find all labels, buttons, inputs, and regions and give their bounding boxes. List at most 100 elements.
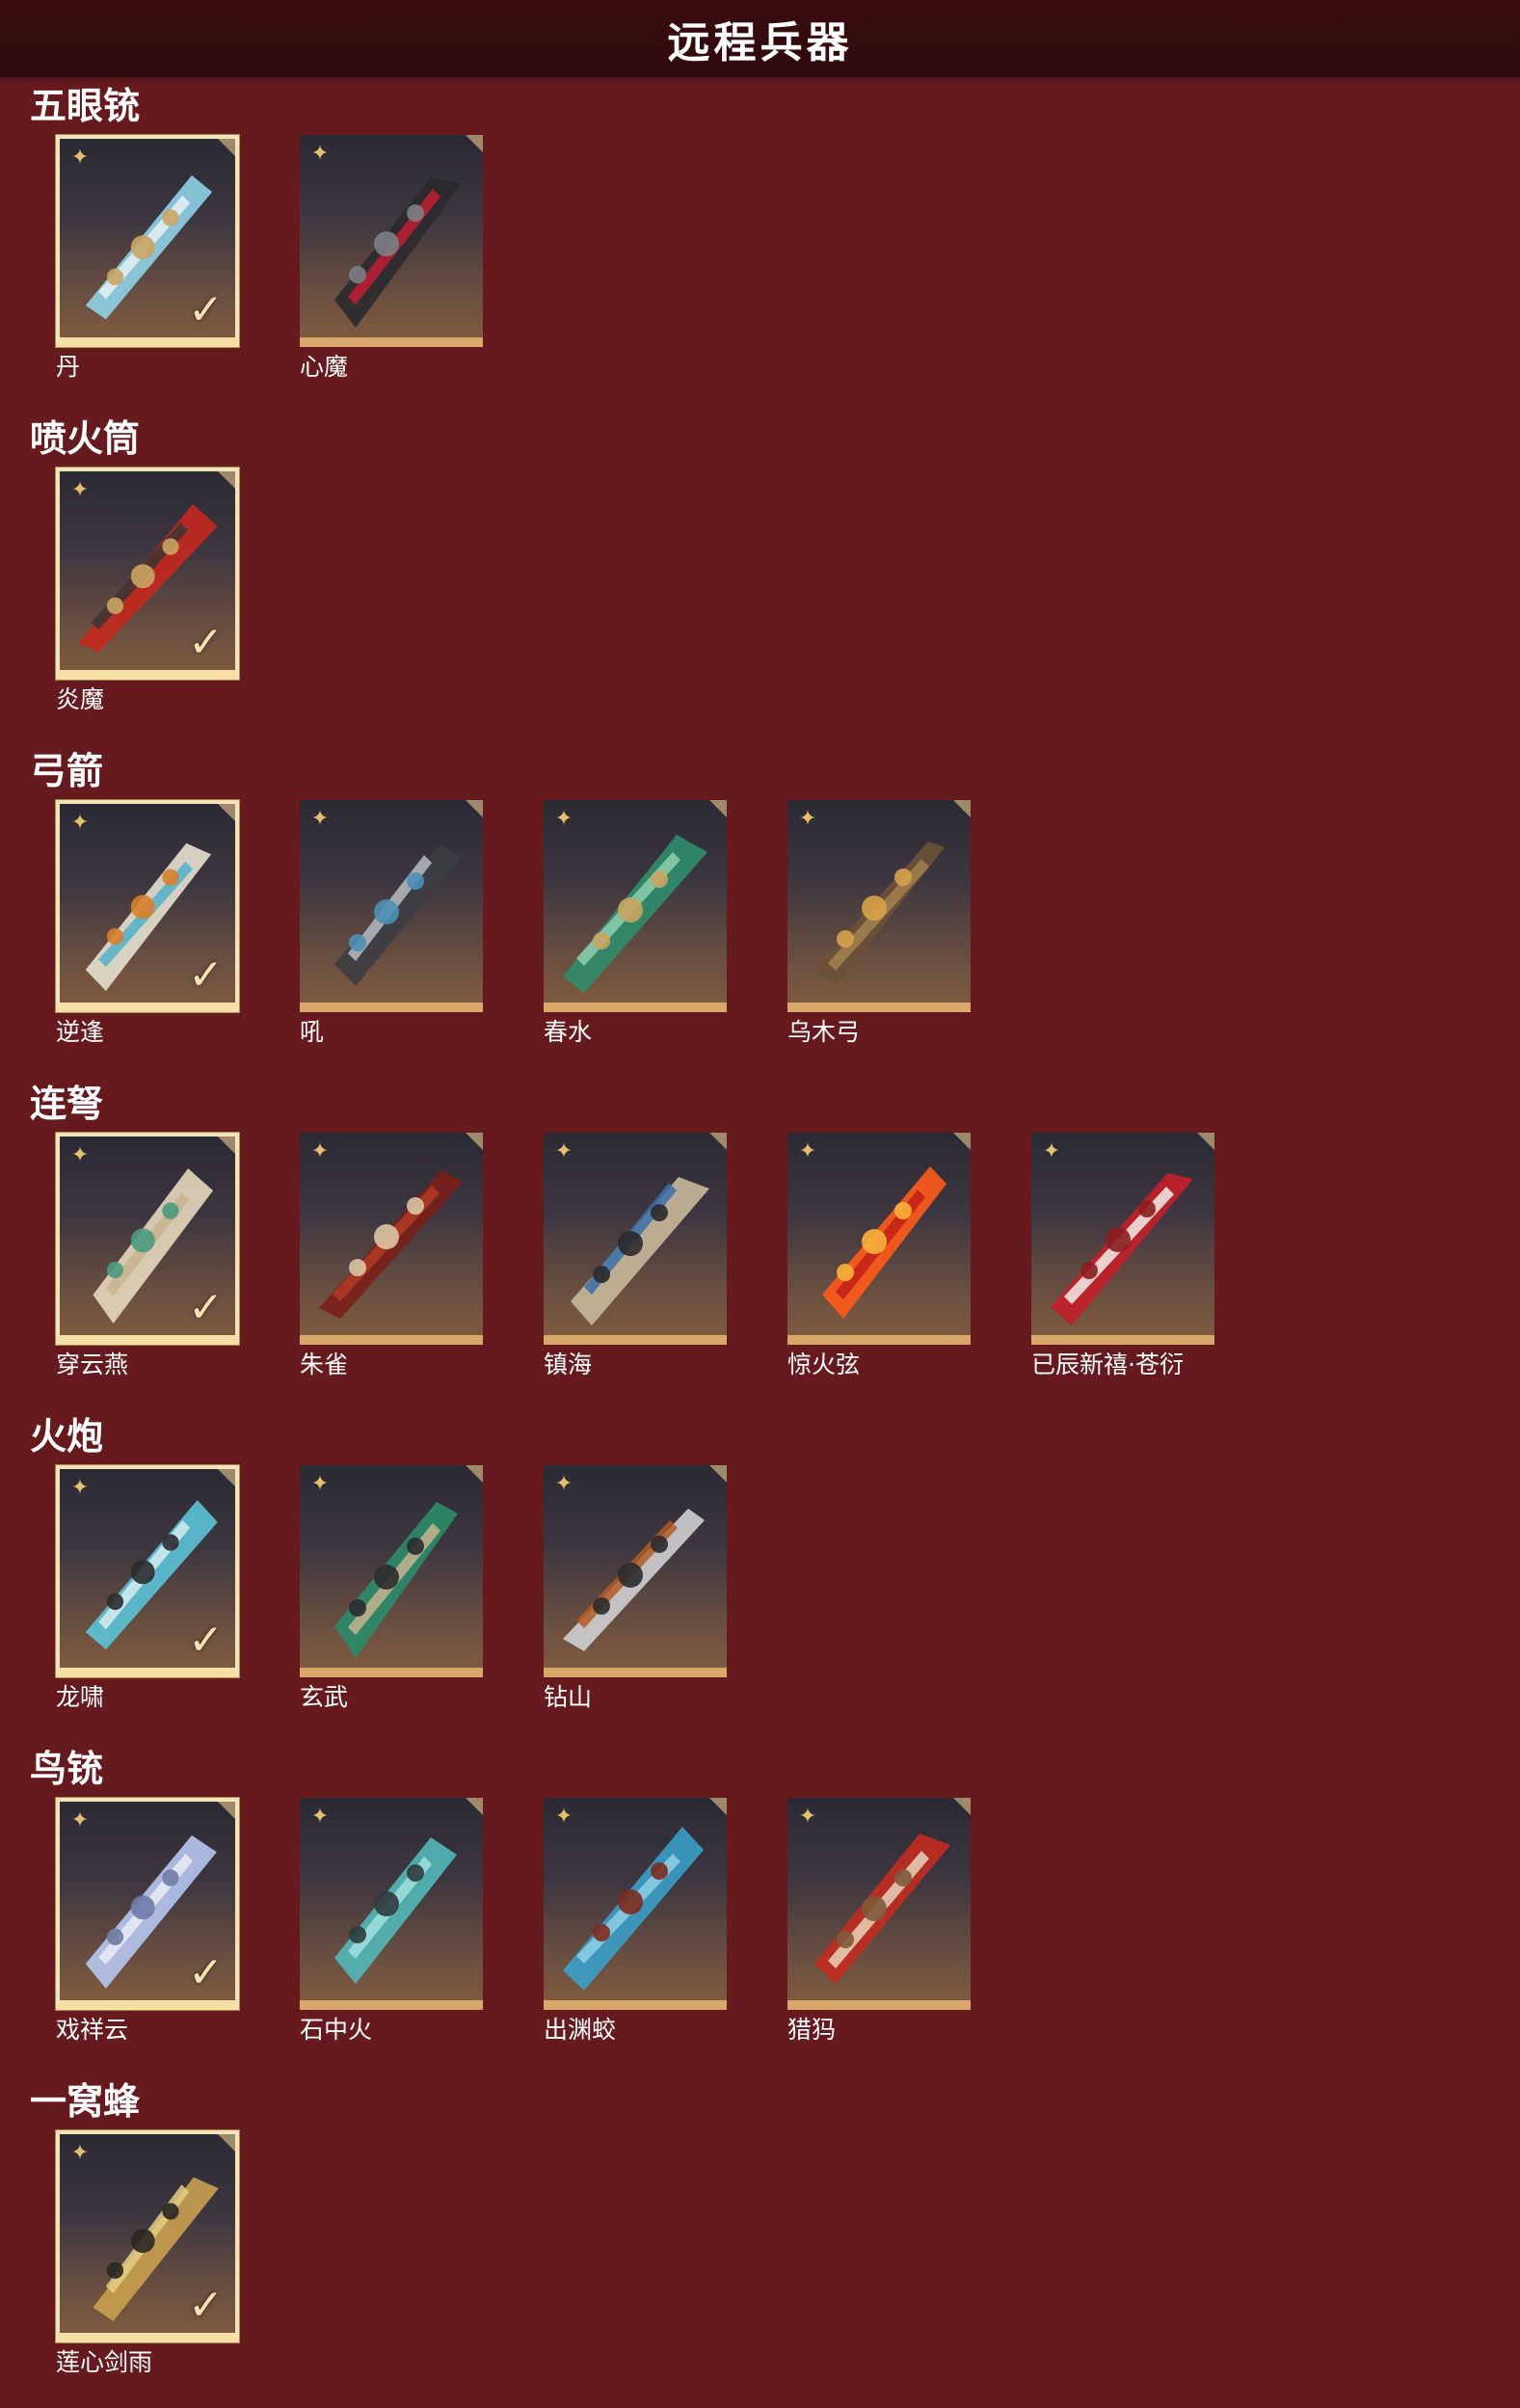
card-corner-icon: [466, 1465, 483, 1483]
card-corner-icon: [218, 804, 235, 821]
rarity-star-icon: ✦: [554, 1139, 573, 1164]
weapon-name: 莲心剑雨: [56, 2348, 153, 2376]
weapon-category-section: 鸟铳 ✦ ✓ 戏祥云 ✦ 石中火 ✦ 出渊蛟 ✦ 猎犸: [0, 1748, 1520, 2075]
weapon-name: 玄武: [300, 1683, 349, 1711]
rarity-star-icon: ✦: [310, 1472, 330, 1496]
section-title: 连弩: [30, 1083, 104, 1125]
weapon-grid: ✦ ✓ 炎魔: [56, 468, 1502, 737]
weapon-card[interactable]: ✦: [300, 1465, 483, 1677]
weapon-category-section: 喷火筒 ✦ ✓ 炎魔: [0, 417, 1520, 745]
owned-check-icon: ✓: [188, 1283, 224, 1332]
weapon-item[interactable]: ✦ 石中火: [300, 1798, 489, 2058]
weapon-name: 钻山: [544, 1683, 593, 1711]
weapon-item[interactable]: ✦ ✓ 丹: [56, 135, 245, 395]
weapon-item[interactable]: ✦ 春水: [544, 800, 733, 1060]
rarity-star-icon: ✦: [310, 1805, 330, 1829]
card-corner-icon: [709, 1798, 727, 1815]
rarity-star-icon: ✦: [554, 1472, 573, 1496]
weapon-card[interactable]: ✦ ✓: [56, 135, 239, 347]
weapon-item[interactable]: ✦ 镇海: [544, 1133, 733, 1393]
rarity-star-icon: ✦: [310, 807, 330, 831]
section-title: 一窝蜂: [30, 2080, 141, 2123]
weapon-card[interactable]: ✦: [300, 1798, 483, 2010]
weapon-card[interactable]: ✦: [544, 1133, 727, 1345]
rarity-star-icon: ✦: [1042, 1139, 1061, 1164]
weapon-item[interactable]: ✦ 惊火弦: [787, 1133, 976, 1393]
weapon-card[interactable]: ✦: [787, 800, 971, 1012]
weapon-category-section: 一窝蜂 ✦ ✓ 莲心剑雨: [0, 2080, 1520, 2408]
weapon-name: 丹: [56, 353, 81, 381]
section-title: 喷火筒: [30, 417, 141, 460]
rarity-star-icon: ✦: [70, 1808, 90, 1833]
weapon-item[interactable]: ✦ 玄武: [300, 1465, 489, 1726]
weapon-name: 吼: [300, 1018, 325, 1046]
rarity-star-icon: ✦: [554, 807, 573, 831]
weapon-item[interactable]: ✦ 出渊蛟: [544, 1798, 733, 2058]
weapon-card[interactable]: ✦: [300, 135, 483, 347]
weapon-item[interactable]: ✦ ✓ 莲心剑雨: [56, 2130, 245, 2391]
rarity-star-icon: ✦: [70, 146, 90, 170]
weapon-card[interactable]: ✦ ✓: [56, 2130, 239, 2342]
weapon-card[interactable]: ✦: [1031, 1133, 1214, 1345]
card-corner-icon: [218, 471, 235, 489]
rarity-star-icon: ✦: [70, 811, 90, 835]
card-corner-icon: [953, 1133, 971, 1150]
card-corner-icon: [1197, 1133, 1214, 1150]
owned-check-icon: ✓: [188, 950, 224, 1000]
weapon-item[interactable]: ✦ 朱雀: [300, 1133, 489, 1393]
owned-check-icon: ✓: [188, 1948, 224, 1997]
weapon-card[interactable]: ✦: [787, 1133, 971, 1345]
weapon-name: 已辰新禧·苍衍: [1031, 1351, 1184, 1378]
weapon-card[interactable]: ✦: [544, 1465, 727, 1677]
weapon-item[interactable]: ✦ ✓ 戏祥云: [56, 1798, 245, 2058]
weapon-item[interactable]: ✦ 猎犸: [787, 1798, 976, 2058]
weapon-name: 龙啸: [56, 1683, 105, 1711]
weapon-card[interactable]: ✦: [300, 800, 483, 1012]
weapon-category-section: 弓箭 ✦ ✓ 逆逢 ✦ 吼 ✦ 春水 ✦ 乌木弓: [0, 750, 1520, 1078]
card-corner-icon: [218, 139, 235, 156]
weapon-grid: ✦ ✓ 戏祥云 ✦ 石中火 ✦ 出渊蛟 ✦ 猎犸: [56, 1798, 1502, 2068]
weapon-item[interactable]: ✦ ✓ 逆逢: [56, 800, 245, 1060]
weapon-card[interactable]: ✦: [300, 1133, 483, 1345]
card-corner-icon: [709, 1133, 727, 1150]
rarity-star-icon: ✦: [70, 2141, 90, 2165]
weapon-card[interactable]: ✦ ✓: [56, 1465, 239, 1677]
weapon-category-section: 五眼铳 ✦ ✓ 丹 ✦ 心魔: [0, 85, 1520, 413]
card-corner-icon: [709, 800, 727, 817]
section-title: 五眼铳: [30, 85, 141, 127]
card-corner-icon: [953, 1798, 971, 1815]
rarity-star-icon: ✦: [798, 1139, 817, 1164]
weapon-name: 朱雀: [300, 1351, 349, 1378]
weapon-name: 出渊蛟: [544, 2016, 617, 2044]
card-corner-icon: [953, 800, 971, 817]
weapon-item[interactable]: ✦ ✓ 龙啸: [56, 1465, 245, 1726]
rarity-star-icon: ✦: [798, 1805, 817, 1829]
weapon-item[interactable]: ✦ 已辰新禧·苍衍: [1031, 1133, 1220, 1393]
weapon-card[interactable]: ✦ ✓: [56, 1133, 239, 1345]
weapon-name: 乌木弓: [787, 1018, 861, 1046]
weapon-name: 心魔: [300, 353, 349, 381]
weapon-card[interactable]: ✦ ✓: [56, 468, 239, 680]
weapon-name: 逆逢: [56, 1018, 105, 1046]
owned-check-icon: ✓: [188, 618, 224, 667]
rarity-star-icon: ✦: [70, 1476, 90, 1500]
rarity-star-icon: ✦: [310, 1139, 330, 1164]
card-corner-icon: [709, 1465, 727, 1483]
owned-check-icon: ✓: [188, 2281, 224, 2330]
weapon-card[interactable]: ✦ ✓: [56, 800, 239, 1012]
weapon-card[interactable]: ✦ ✓: [56, 1798, 239, 2010]
weapon-name: 猎犸: [787, 2016, 837, 2044]
section-title: 鸟铳: [30, 1748, 104, 1790]
weapon-item[interactable]: ✦ 钻山: [544, 1465, 733, 1726]
rarity-star-icon: ✦: [70, 1143, 90, 1167]
weapon-item[interactable]: ✦ 乌木弓: [787, 800, 976, 1060]
weapon-item[interactable]: ✦ ✓ 炎魔: [56, 468, 245, 728]
weapon-item[interactable]: ✦ 心魔: [300, 135, 489, 395]
weapon-item[interactable]: ✦ 吼: [300, 800, 489, 1060]
weapon-card[interactable]: ✦: [544, 1798, 727, 2010]
weapon-item[interactable]: ✦ ✓ 穿云燕: [56, 1133, 245, 1393]
weapon-card[interactable]: ✦: [787, 1798, 971, 2010]
weapon-name: 穿云燕: [56, 1351, 129, 1378]
weapon-grid: ✦ ✓ 逆逢 ✦ 吼 ✦ 春水 ✦ 乌木弓: [56, 800, 1502, 1070]
weapon-card[interactable]: ✦: [544, 800, 727, 1012]
